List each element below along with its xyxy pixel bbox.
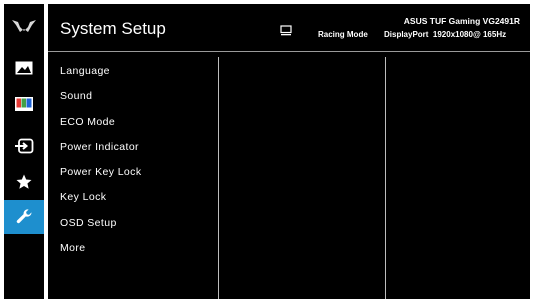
image-icon[interactable]	[4, 52, 44, 84]
model-name: ASUS TUF Gaming VG2491R	[403, 16, 520, 26]
menu-item-osd-setup[interactable]: OSD Setup	[60, 216, 141, 241]
menu-list: Language Sound ECO Mode Power Indicator …	[60, 64, 141, 266]
menu-item-eco-mode[interactable]: ECO Mode	[60, 115, 141, 140]
header-divider	[48, 51, 530, 52]
column-divider-2	[385, 57, 386, 299]
menu-item-power-indicator[interactable]: Power Indicator	[60, 140, 141, 165]
monitor-icon	[280, 23, 292, 41]
sidebar	[4, 4, 44, 299]
main-panel: System Setup ASUS TUF Gaming VG2491R Rac…	[48, 4, 530, 299]
menu-item-key-lock[interactable]: Key Lock	[60, 190, 141, 215]
mode-label: Racing Mode	[318, 30, 368, 39]
signal-info: DisplayPort 1920x1080@ 165Hz	[384, 30, 507, 39]
osd-menu: System Setup ASUS TUF Gaming VG2491R Rac…	[0, 0, 534, 303]
menu-item-more[interactable]: More	[60, 241, 141, 266]
header: System Setup ASUS TUF Gaming VG2491R Rac…	[48, 4, 530, 50]
color-icon[interactable]	[4, 88, 44, 120]
star-icon[interactable]	[4, 166, 44, 198]
menu-item-sound[interactable]: Sound	[60, 89, 141, 114]
input-select-icon[interactable]	[4, 130, 44, 162]
column-divider-1	[218, 57, 219, 299]
menu-item-power-key-lock[interactable]: Power Key Lock	[60, 165, 141, 190]
wrench-icon[interactable]	[4, 200, 44, 234]
tuf-logo-icon	[4, 10, 44, 42]
menu-item-language[interactable]: Language	[60, 64, 141, 89]
page-title: System Setup	[60, 19, 166, 38]
